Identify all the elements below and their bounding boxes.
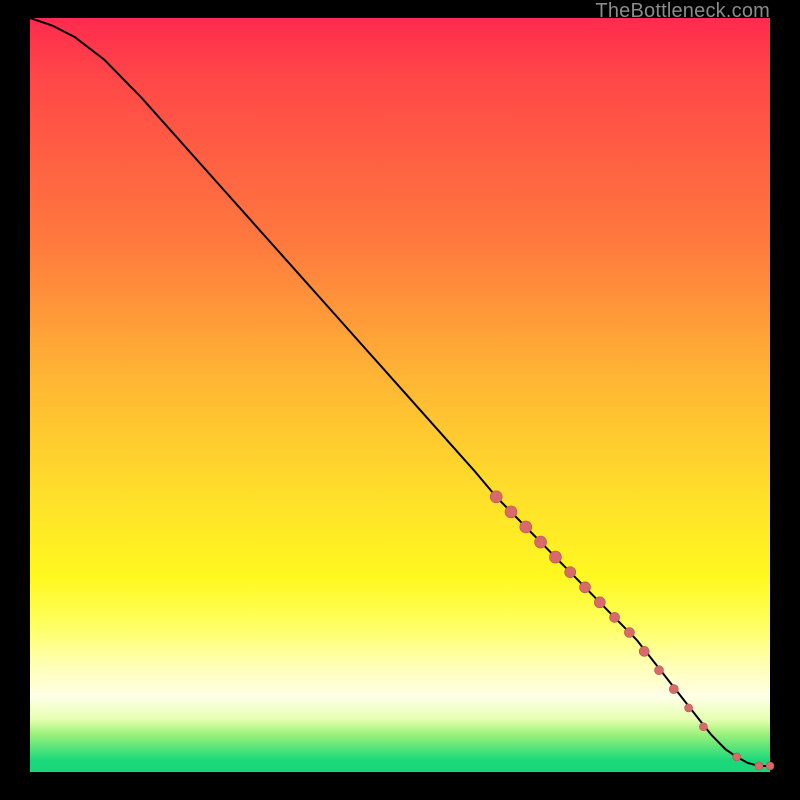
data-point-marker [699, 723, 707, 731]
data-point-marker [490, 491, 502, 503]
bottleneck-curve [30, 18, 770, 766]
data-point-marker [685, 704, 693, 712]
plot-area [30, 18, 770, 772]
data-point-marker [565, 567, 576, 578]
data-point-marker [639, 646, 649, 656]
data-point-marker [733, 753, 741, 761]
data-point-marker [624, 628, 634, 638]
data-point-marker [505, 506, 517, 518]
data-point-marker [549, 551, 561, 563]
data-point-marker [766, 762, 774, 770]
data-point-marker [535, 536, 547, 548]
data-point-marker [520, 521, 532, 533]
data-point-marker [610, 612, 620, 622]
data-point-marker [755, 762, 763, 770]
data-point-marker [580, 582, 591, 593]
data-point-marker [669, 685, 678, 694]
chart-svg [30, 18, 770, 772]
chart-stage: TheBottleneck.com [0, 0, 800, 800]
data-point-marker [655, 666, 664, 675]
data-point-marker [594, 597, 605, 608]
